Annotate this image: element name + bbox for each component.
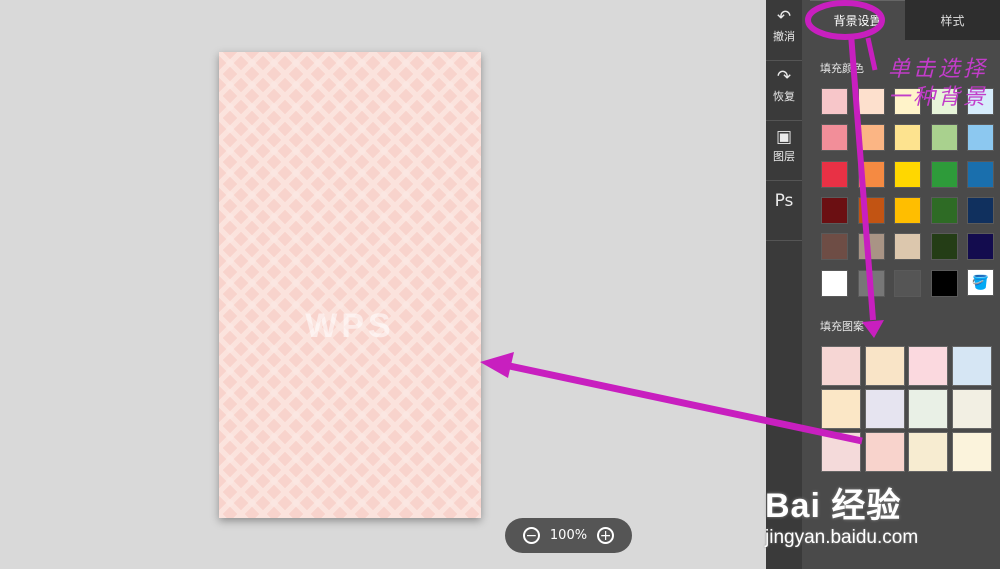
undo-icon: ↶ — [776, 7, 792, 27]
color-swatch[interactable] — [857, 124, 885, 152]
baidu-watermark: Bai 经验 jingyan.baidu.com — [765, 478, 997, 568]
zoom-level: 100% — [549, 528, 588, 543]
pattern-tile[interactable] — [951, 346, 992, 386]
zoom-out-button[interactable]: − — [522, 527, 540, 544]
layers-button[interactable]: ▣ 图层 — [766, 120, 802, 181]
ps-button[interactable]: Ps — [766, 180, 802, 241]
zoom-in-button[interactable]: + — [597, 527, 615, 544]
pattern-tile[interactable] — [821, 346, 861, 386]
undo-button[interactable]: ↶ 撤消 — [766, 0, 802, 61]
document-page[interactable]: WPS — [219, 52, 481, 518]
pattern-tile[interactable] — [908, 346, 948, 386]
color-swatch[interactable] — [857, 269, 885, 297]
color-swatch[interactable] — [967, 196, 994, 224]
color-swatch[interactable] — [930, 160, 958, 188]
document-watermark: WPS — [305, 307, 395, 345]
color-swatch[interactable] — [930, 269, 958, 297]
annotation-line-1: 单击选择 — [888, 57, 989, 82]
redo-icon: ↷ — [776, 67, 792, 87]
color-swatch[interactable] — [967, 160, 994, 188]
pattern-tile[interactable] — [864, 432, 905, 472]
color-swatch[interactable] — [930, 124, 958, 152]
color-swatch[interactable] — [857, 233, 885, 261]
baidu-url: jingyan.baidu.com — [765, 527, 919, 548]
baidu-logo: Bai 经验 — [765, 487, 902, 525]
color-swatch[interactable] — [821, 233, 848, 261]
redo-label: 恢复 — [773, 90, 795, 103]
zoom-control: − 100% + — [505, 518, 632, 553]
color-swatch[interactable] — [821, 160, 848, 188]
paint-bucket-icon[interactable]: 🪣 — [967, 269, 994, 296]
pattern-tile[interactable] — [908, 432, 948, 472]
color-swatch[interactable] — [857, 160, 885, 188]
color-swatch[interactable] — [857, 88, 885, 115]
color-swatch[interactable] — [894, 160, 921, 188]
pattern-tile[interactable] — [821, 389, 861, 429]
pattern-tile[interactable] — [864, 346, 905, 386]
color-swatch[interactable] — [894, 233, 921, 261]
color-swatch[interactable] — [857, 196, 885, 224]
color-swatch[interactable] — [821, 196, 848, 224]
tab-background-settings[interactable]: 背景设置 — [810, 0, 905, 40]
color-swatch[interactable] — [894, 269, 921, 297]
color-swatch[interactable] — [821, 88, 848, 115]
pattern-tile[interactable] — [951, 389, 992, 429]
color-swatch[interactable] — [821, 124, 848, 152]
pattern-tile[interactable] — [951, 432, 992, 472]
color-swatch[interactable] — [967, 233, 994, 261]
tab-style[interactable]: 样式 — [905, 0, 1000, 40]
pattern-tile[interactable] — [864, 389, 905, 429]
ps-icon: Ps — [774, 191, 794, 211]
fill-pattern-title: 填充图案 — [820, 320, 864, 333]
pattern-tile[interactable] — [821, 432, 861, 472]
redo-button[interactable]: ↷ 恢复 — [766, 60, 802, 121]
color-swatch[interactable] — [967, 124, 994, 152]
annotation-text: 单击选择 一种背景 — [888, 56, 988, 112]
panel-tabs: 背景设置 样式 — [802, 0, 1000, 40]
layers-icon: ▣ — [775, 127, 793, 147]
layers-label: 图层 — [773, 150, 795, 163]
pattern-tile[interactable] — [908, 389, 948, 429]
color-swatch[interactable] — [894, 124, 921, 152]
fill-color-title: 填充颜色 — [820, 62, 864, 75]
color-swatch[interactable] — [930, 196, 958, 224]
annotation-line-2: 一种背景 — [888, 85, 989, 110]
color-swatch[interactable] — [821, 269, 848, 297]
color-swatch[interactable] — [930, 233, 958, 261]
undo-label: 撤消 — [773, 30, 795, 43]
color-swatch[interactable] — [894, 196, 921, 224]
canvas-area: WPS − 100% + — [0, 0, 766, 569]
